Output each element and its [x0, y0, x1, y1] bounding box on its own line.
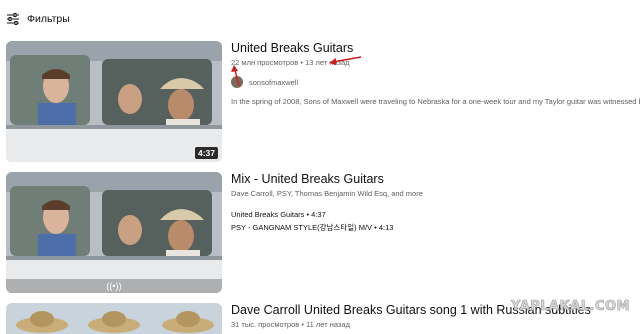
watermark: YAPLAKAL.COM [511, 299, 630, 315]
video-thumbnail[interactable] [6, 303, 222, 334]
channel-link[interactable]: sonsofmaxwell [231, 76, 640, 88]
mix-subtitle: Dave Carroll, PSY, Thomas Benjamin Wild … [231, 189, 423, 198]
mix-thumbnail[interactable]: ((•)) [6, 172, 222, 293]
upload-age: 11 лет назад [306, 320, 350, 329]
filters-label: Фильтры [27, 13, 70, 25]
annotation-arrow-right [329, 56, 362, 65]
video-thumbnail[interactable]: 4:37 [6, 41, 222, 162]
mix-list-item[interactable]: PSY - GANGNAM STYLE(강남스타일) M/V • 4:13 [231, 223, 640, 233]
video-meta: 31 тыс. просмотров • 11 лет назад [231, 320, 350, 329]
thumbnail-image [6, 172, 222, 293]
thumbnail-image [6, 41, 222, 162]
mix-list-item[interactable]: United Breaks Guitars • 4:37 [231, 210, 640, 220]
mix-badge: ((•)) [6, 279, 222, 293]
thumbnail-image [6, 303, 222, 334]
result-info: Mix - United Breaks Guitars Dave Carroll… [231, 172, 640, 233]
video-meta: 22 млн просмотров • 13 лет назад [231, 58, 350, 67]
annotation-arrow-up [231, 65, 240, 87]
channel-name[interactable]: sonsofmaxwell [249, 78, 298, 87]
video-description: In the spring of 2008, Sons of Maxwell w… [231, 97, 640, 106]
result-info: United Breaks Guitars 22 млн просмотров … [231, 41, 640, 107]
view-count: 31 тыс. просмотров [231, 320, 300, 329]
sliders-icon [7, 13, 19, 25]
mix-title[interactable]: Mix - United Breaks Guitars [231, 172, 640, 187]
video-duration: 4:37 [194, 147, 218, 159]
filters-button[interactable]: Фильтры [6, 11, 70, 27]
video-title[interactable]: United Breaks Guitars [231, 41, 640, 56]
radio-icon: ((•)) [106, 281, 122, 291]
